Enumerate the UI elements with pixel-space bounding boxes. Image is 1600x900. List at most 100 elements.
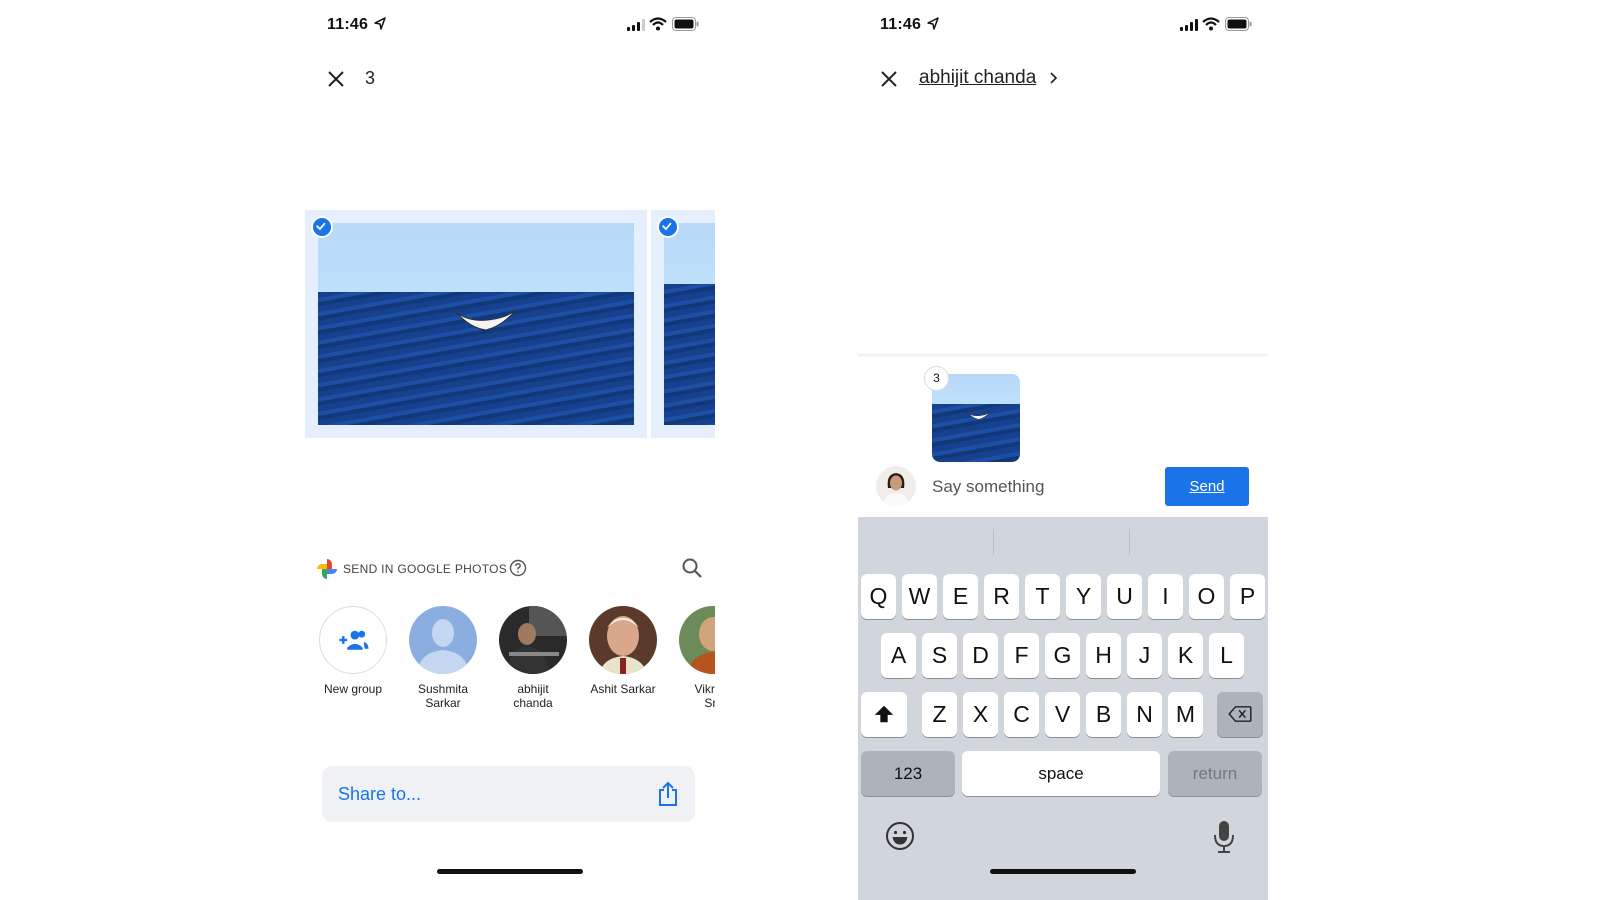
key-g[interactable]: G (1045, 633, 1080, 678)
selected-count: 3 (365, 68, 376, 88)
contact-abhijit-chanda[interactable]: abhijit chanda (493, 606, 573, 710)
key-p[interactable]: P (1230, 574, 1265, 619)
contact-name: Ashit Sarkar (590, 682, 656, 696)
whale-tail (967, 411, 991, 420)
selected-photos-strip[interactable] (305, 210, 715, 438)
status-time: 11:46 (880, 16, 922, 33)
predictive-separator (993, 529, 994, 555)
backspace-icon (1228, 706, 1252, 722)
location-arrow-icon (374, 17, 386, 30)
keyboard: Q W E R T Y U I O P A S D F G H J K L Z X C V B N M 123 space return (858, 517, 1268, 900)
key-o[interactable]: O (1189, 574, 1224, 619)
send-in-google-photos-header: SEND IN GOOGLE PHOTOS (315, 556, 705, 582)
help-icon[interactable] (509, 559, 527, 577)
key-v[interactable]: V (1045, 692, 1080, 737)
numbers-key[interactable]: 123 (861, 751, 955, 796)
space-key[interactable]: space (962, 751, 1160, 796)
key-i[interactable]: I (1148, 574, 1183, 619)
location-arrow-icon (927, 17, 939, 30)
contact-ashit-sarkar[interactable]: Ashit Sarkar (583, 606, 663, 696)
composer-divider (858, 354, 1268, 357)
key-b[interactable]: B (1086, 692, 1121, 737)
key-y[interactable]: Y (1066, 574, 1101, 619)
selection-toolbar: 3 (305, 62, 715, 96)
key-x[interactable]: X (963, 692, 998, 737)
shift-key[interactable] (861, 692, 907, 737)
contact-name: abhijit chanda (513, 682, 553, 710)
contact-name: VikramSrii (694, 682, 715, 710)
key-n[interactable]: N (1127, 692, 1162, 737)
conversation-header: abhijit chanda (858, 62, 1268, 96)
whale-tail (455, 309, 517, 331)
user-photo (882, 473, 910, 506)
status-time: 11:46 (327, 16, 369, 33)
google-photos-logo-icon (317, 559, 337, 579)
photo-card[interactable] (651, 210, 715, 438)
new-group-avatar (319, 606, 387, 674)
recipient-name-link[interactable]: abhijit chanda (919, 67, 1036, 89)
key-s[interactable]: S (922, 633, 957, 678)
key-r[interactable]: R (984, 574, 1019, 619)
wifi-icon (649, 17, 667, 31)
status-bar: 11:46 (858, 0, 1268, 50)
cellular-signal-icon (627, 19, 645, 31)
contact-name: Sushmita Sarkar (417, 682, 469, 710)
status-bar: 11:46 (305, 0, 715, 50)
key-t[interactable]: T (1025, 574, 1060, 619)
chevron-right-icon[interactable] (1048, 69, 1060, 87)
key-j[interactable]: J (1127, 633, 1162, 678)
contact-photo-avatar (499, 606, 567, 674)
photo-sky (318, 223, 634, 292)
home-indicator[interactable] (437, 869, 583, 874)
microphone-icon[interactable] (1212, 819, 1236, 855)
share-to-button[interactable]: Share to... (322, 766, 695, 822)
contact-new-group[interactable]: New group (313, 606, 393, 696)
key-e[interactable]: E (943, 574, 978, 619)
emoji-icon[interactable] (884, 820, 916, 852)
key-l[interactable]: L (1209, 633, 1244, 678)
selected-check-icon[interactable] (311, 216, 333, 238)
battery-icon (1225, 17, 1252, 31)
contacts-row: New group Sushmita Sarkar abhijit chanda A… (305, 606, 715, 716)
predictive-separator (1129, 529, 1130, 555)
photo-sea (664, 283, 715, 425)
selected-check-icon[interactable] (657, 216, 679, 238)
share-sheet-screen: 11:46 3 SEND IN GOOGLE PHOTOS New group … (305, 0, 715, 900)
send-button[interactable]: Send (1165, 467, 1249, 506)
key-u[interactable]: U (1107, 574, 1142, 619)
attachment-count-badge: 3 (924, 366, 949, 391)
key-h[interactable]: H (1086, 633, 1121, 678)
key-q[interactable]: Q (861, 574, 896, 619)
delete-key[interactable] (1217, 692, 1263, 737)
key-m[interactable]: M (1168, 692, 1203, 737)
placeholder-avatar (409, 606, 477, 674)
user-avatar (876, 466, 916, 506)
key-f[interactable]: F (1004, 633, 1039, 678)
wifi-icon (1202, 17, 1220, 31)
key-k[interactable]: K (1168, 633, 1203, 678)
person-photo (507, 606, 567, 674)
contact-vikram[interactable]: VikramSrii (673, 606, 715, 710)
close-icon[interactable] (325, 68, 347, 90)
photo-card[interactable] (305, 210, 647, 438)
key-d[interactable]: D (963, 633, 998, 678)
person-photo (687, 617, 715, 674)
search-icon[interactable] (681, 557, 703, 579)
key-a[interactable]: A (881, 633, 916, 678)
cellular-signal-icon (1180, 19, 1198, 31)
contact-photo-avatar (589, 606, 657, 674)
key-c[interactable]: C (1004, 692, 1039, 737)
home-indicator[interactable] (990, 869, 1136, 874)
ocean-photo (664, 223, 715, 425)
key-z[interactable]: Z (922, 692, 957, 737)
close-icon[interactable] (878, 68, 900, 90)
return-key[interactable]: return (1168, 751, 1262, 796)
contact-photo-avatar (679, 606, 715, 674)
contact-sushmita-sarkar[interactable]: Sushmita Sarkar (403, 606, 483, 710)
person-silhouette-icon (417, 619, 469, 674)
key-w[interactable]: W (902, 574, 937, 619)
message-input[interactable] (932, 472, 1152, 502)
contact-name: New group (323, 682, 383, 696)
add-group-icon (339, 630, 369, 650)
predictive-bar[interactable] (858, 517, 1268, 569)
